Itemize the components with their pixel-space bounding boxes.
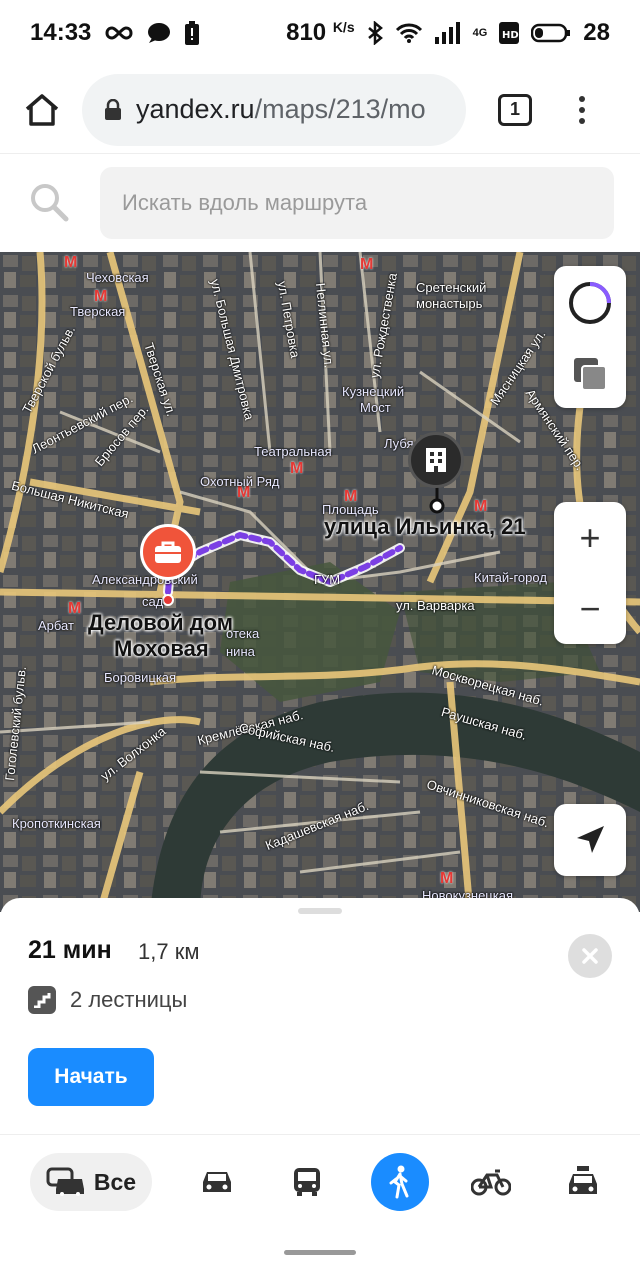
- battery-level: 28: [583, 19, 610, 46]
- bicycle-icon: [471, 1169, 511, 1196]
- menu-dot: [579, 106, 585, 113]
- route-search-input[interactable]: Искать вдоль маршрута: [100, 167, 614, 239]
- map-label: Чеховская: [86, 270, 149, 285]
- alice-icon[interactable]: [568, 281, 612, 325]
- map-label: сад: [142, 594, 164, 609]
- close-route-button[interactable]: [568, 934, 612, 978]
- map-label: Охотный Ряд: [200, 474, 280, 489]
- bluetooth-icon: [367, 21, 383, 45]
- svg-text:HD: HD: [502, 30, 519, 41]
- route-distance: 1,7 км: [138, 939, 200, 964]
- route-duration: 21 мин: [28, 936, 112, 964]
- metro-icon: M: [440, 870, 454, 887]
- transport-mode-bar: Все: [0, 1134, 640, 1226]
- map-label: ул. Варварка: [396, 598, 475, 613]
- stairs-icon: [28, 986, 56, 1014]
- multi-transport-icon: [46, 1167, 84, 1196]
- lock-icon: [105, 98, 121, 120]
- route-start-label-line2: Моховая: [114, 636, 209, 661]
- network-type: 4G: [472, 27, 488, 39]
- mode-taxi-button[interactable]: [556, 1153, 610, 1211]
- metro-icon: M: [360, 256, 374, 273]
- gesture-bar: [0, 1226, 640, 1280]
- map-layers-control: [554, 266, 626, 408]
- map-label: Боровицкая: [104, 670, 177, 685]
- map-view[interactable]: M M M M M M M M M Чеховская Тверская Сре…: [0, 252, 640, 912]
- taxi-icon: [569, 1166, 597, 1194]
- sheet-drag-handle[interactable]: [298, 908, 342, 914]
- map-label: Театральная: [254, 444, 332, 459]
- map-label: ГУМ: [314, 572, 341, 587]
- map-label: Китай-город: [474, 570, 547, 585]
- map-label: Кропоткинская: [12, 816, 101, 831]
- stairs-label: 2 лестницы: [70, 987, 188, 1012]
- map-label: нина: [226, 644, 255, 659]
- mode-transit-button[interactable]: [280, 1153, 334, 1211]
- net-speed-unit: K/s: [332, 19, 355, 35]
- zoom-out-button[interactable]: −: [579, 590, 600, 627]
- route-start-label-line1: Деловой дом: [88, 610, 233, 635]
- status-bar: 14:33 810 K/s 4G HD 28: [0, 0, 640, 66]
- metro-icon: M: [64, 254, 78, 271]
- mode-all-button[interactable]: Все: [30, 1153, 152, 1211]
- signal-icon: [434, 22, 461, 44]
- wifi-icon: [395, 22, 423, 44]
- car-icon: [203, 1172, 231, 1192]
- chat-icon: [147, 22, 171, 44]
- map-label: Кузнецкий: [342, 384, 405, 399]
- infinity-icon: [105, 25, 133, 41]
- url-path: /maps/213/mo: [254, 94, 426, 124]
- start-navigation-button[interactable]: Начать: [28, 1048, 154, 1106]
- map-label: Мост: [360, 400, 391, 415]
- search-icon[interactable]: [26, 179, 74, 227]
- url-host: yandex.ru: [136, 94, 255, 124]
- mode-walk-button[interactable]: [371, 1153, 429, 1211]
- mode-all-label: Все: [93, 1168, 137, 1195]
- map-label: монастырь: [416, 296, 483, 311]
- my-location-button[interactable]: [554, 804, 626, 876]
- hd-icon: HD: [499, 22, 520, 44]
- bus-icon: [294, 1168, 320, 1196]
- zoom-in-button[interactable]: +: [579, 519, 600, 556]
- building-icon: [426, 448, 446, 472]
- home-button[interactable]: [16, 84, 68, 136]
- browser-toolbar: yandex.ru/maps/213/mo 1: [0, 66, 640, 154]
- battery-alert-icon: [185, 21, 200, 45]
- navigation-arrow-icon: [577, 826, 604, 853]
- route-end-pin[interactable]: [408, 432, 464, 488]
- mode-bike-button[interactable]: [464, 1153, 518, 1211]
- stairs-info: 2 лестницы: [28, 986, 187, 1014]
- home-gesture-indicator[interactable]: [284, 1250, 356, 1255]
- battery-icon: [531, 23, 571, 43]
- metro-icon: M: [290, 460, 304, 477]
- menu-dot: [579, 95, 585, 102]
- route-summary-sheet: 21 мин 1,7 км 2 лестницы Начать: [0, 898, 640, 1134]
- close-icon: [582, 948, 598, 964]
- status-time: 14:33: [30, 19, 92, 46]
- net-speed: 810 K/s: [286, 19, 355, 46]
- url-bar[interactable]: yandex.ru/maps/213/mo: [82, 73, 466, 146]
- layers-icon[interactable]: [570, 354, 610, 394]
- tab-switcher-button[interactable]: 1: [498, 93, 532, 126]
- route-search-bar: Искать вдоль маршрута: [0, 154, 640, 252]
- walking-person-icon: [389, 1165, 409, 1199]
- route-end-label: улица Ильинка, 21: [324, 514, 526, 539]
- browser-menu-button[interactable]: [572, 95, 592, 124]
- home-icon: [25, 93, 59, 126]
- route-start-pin[interactable]: [140, 524, 196, 580]
- zoom-control: + −: [554, 502, 626, 644]
- map-label: Тверская: [70, 304, 126, 319]
- mode-car-button[interactable]: [190, 1153, 244, 1211]
- map-label: Сретенский: [416, 280, 487, 295]
- metro-icon: M: [68, 600, 82, 617]
- briefcase-icon: [155, 541, 181, 563]
- map-label: Арбат: [38, 618, 74, 633]
- menu-dot: [579, 117, 585, 124]
